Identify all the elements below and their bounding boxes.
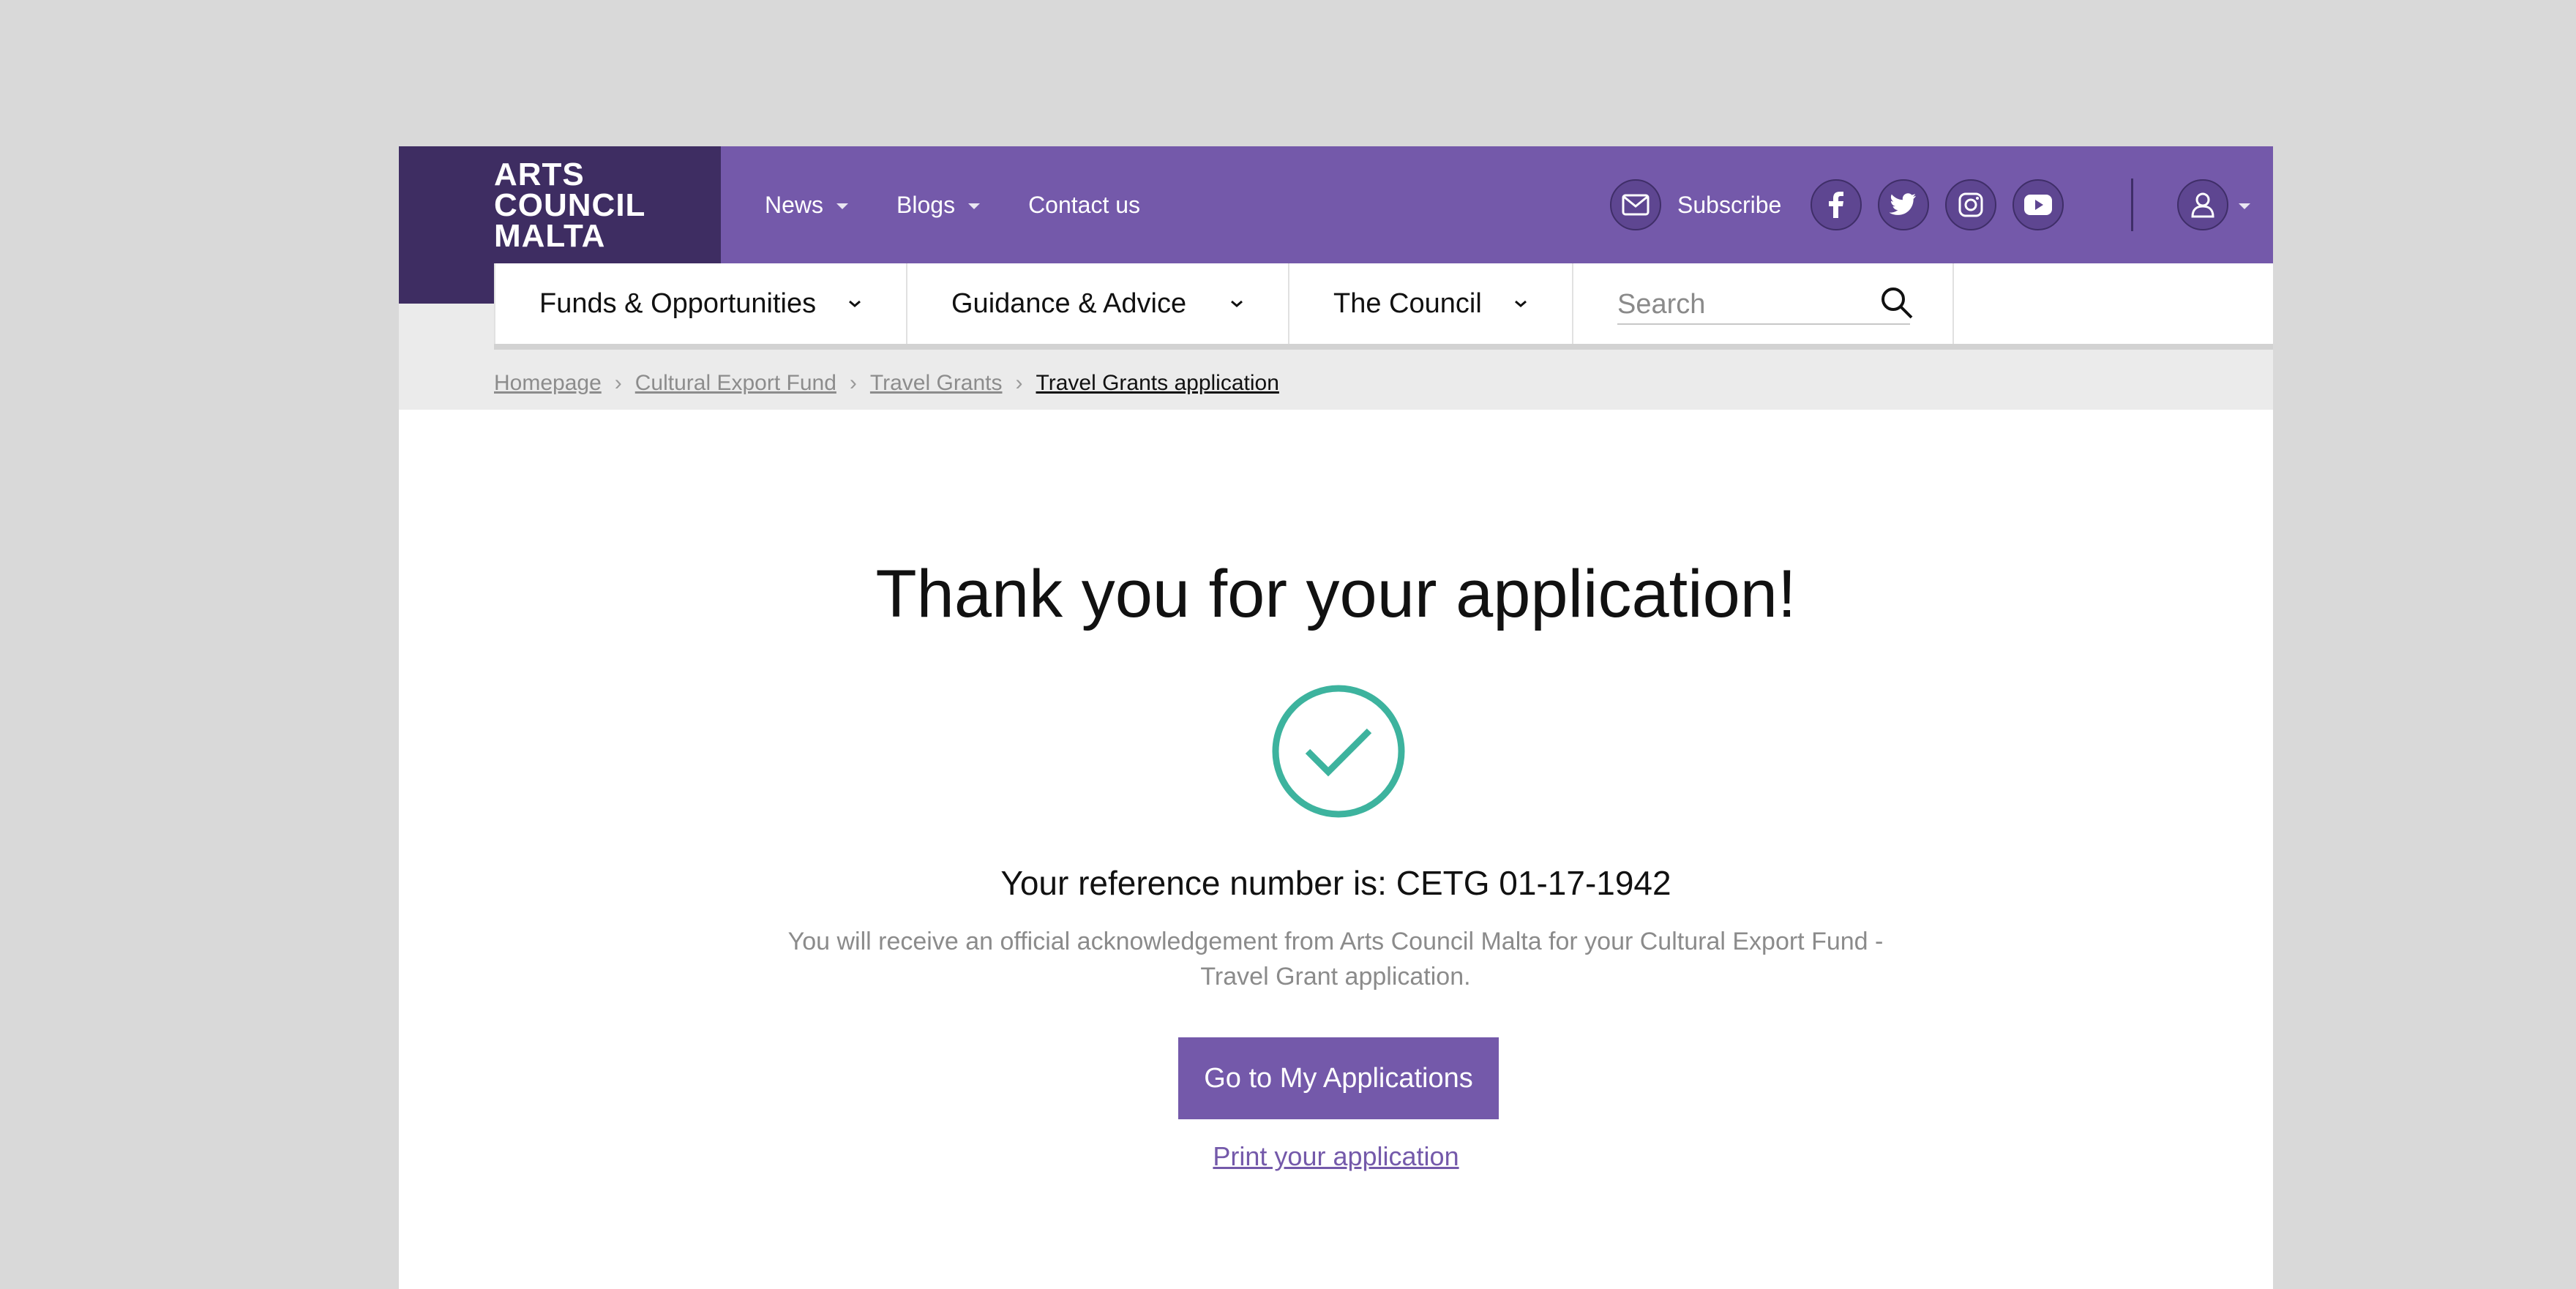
search-icon[interactable] xyxy=(1879,285,1914,320)
twitter-icon xyxy=(1890,193,1917,215)
search-box xyxy=(1573,263,1954,344)
go-to-my-applications-button[interactable]: Go to My Applications xyxy=(1178,1037,1499,1119)
main-nav-council-label: The Council xyxy=(1333,288,1482,319)
instagram-icon xyxy=(1958,192,1983,217)
chevron-down-icon xyxy=(1231,300,1243,307)
chevron-right-icon: › xyxy=(849,371,857,395)
breadcrumb: Homepage › Cultural Export Fund › Travel… xyxy=(494,371,1279,396)
chevron-right-icon: › xyxy=(614,371,622,395)
facebook-button[interactable] xyxy=(1811,179,1862,230)
chevron-right-icon: › xyxy=(1015,371,1023,395)
reference-number: Your reference number is: CETG 01-17-194… xyxy=(1000,864,1671,902)
top-nav-news-label: News xyxy=(765,191,824,218)
search-input[interactable] xyxy=(1617,285,1910,325)
top-nav: News Blogs Contact us xyxy=(765,146,1188,263)
main-nav: Funds & Opportunities Guidance & Advice … xyxy=(494,263,2273,350)
youtube-button[interactable] xyxy=(2012,179,2064,230)
print-application-link[interactable]: Print your application xyxy=(1213,1141,1459,1171)
twitter-button[interactable] xyxy=(1878,179,1930,230)
instagram-button[interactable] xyxy=(1945,179,1997,230)
account-button[interactable] xyxy=(2177,179,2229,230)
breadcrumb-current[interactable]: Travel Grants application xyxy=(1036,371,1279,396)
print-link-wrapper: Print your application xyxy=(399,1141,2273,1172)
page-title: Thank you for your application! xyxy=(875,557,1797,631)
youtube-icon xyxy=(2024,195,2053,215)
subscribe-button[interactable] xyxy=(1610,179,1661,230)
user-icon xyxy=(2191,192,2214,218)
page-frame: News Blogs Contact us Subscribe ARTS COU… xyxy=(399,146,2273,1289)
success-check-icon xyxy=(1272,685,1405,818)
site-logo-text: ARTS COUNCIL MALTA xyxy=(494,157,646,254)
header-tools: Subscribe xyxy=(1610,146,2251,263)
breadcrumb-homepage[interactable]: Homepage xyxy=(494,371,602,396)
account-caret-down-icon[interactable] xyxy=(2239,203,2251,209)
subscribe-label[interactable]: Subscribe xyxy=(1677,192,1781,219)
breadcrumb-travel-grants[interactable]: Travel Grants xyxy=(870,371,1003,396)
main-nav-funds-label: Funds & Opportunities xyxy=(539,288,817,319)
acknowledgement-message: You will receive an official acknowledge… xyxy=(787,928,1884,991)
top-nav-news[interactable]: News xyxy=(765,191,849,219)
main-nav-guidance-label: Guidance & Advice xyxy=(951,288,1187,319)
top-nav-contact[interactable]: Contact us xyxy=(1028,192,1140,219)
top-nav-blogs-label: Blogs xyxy=(896,191,956,218)
breadcrumb-cultural-export-fund[interactable]: Cultural Export Fund xyxy=(635,371,836,396)
top-nav-blogs[interactable]: Blogs xyxy=(896,191,981,219)
main-nav-funds[interactable]: Funds & Opportunities xyxy=(494,263,907,344)
chevron-down-icon xyxy=(1515,300,1527,307)
mail-icon xyxy=(1622,194,1650,216)
main-nav-council[interactable]: The Council xyxy=(1289,263,1573,344)
caret-down-icon xyxy=(968,203,981,209)
header-divider xyxy=(2131,178,2134,231)
caret-down-icon xyxy=(836,203,849,209)
facebook-icon xyxy=(1829,192,1844,218)
top-nav-contact-label: Contact us xyxy=(1028,191,1141,218)
chevron-down-icon xyxy=(849,300,861,307)
main-nav-guidance[interactable]: Guidance & Advice xyxy=(907,263,1289,344)
